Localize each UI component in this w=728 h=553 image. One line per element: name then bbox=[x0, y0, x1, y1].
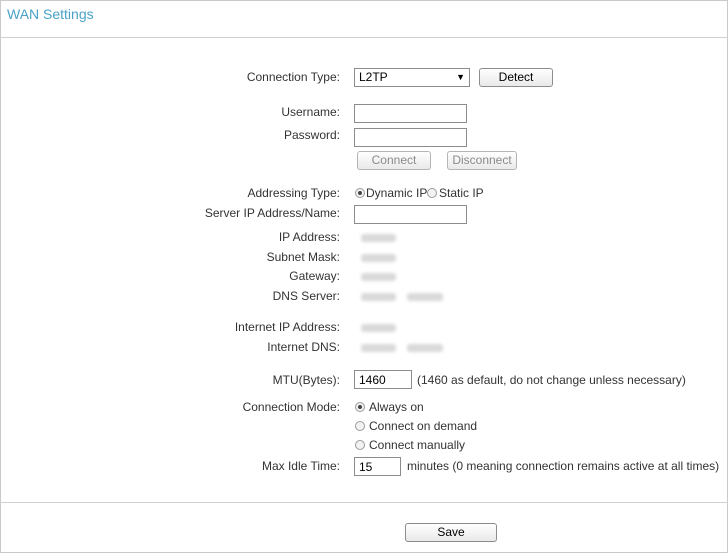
subnet-mask-value bbox=[361, 254, 396, 262]
dns-server-label: DNS Server: bbox=[272, 289, 340, 303]
connection-type-value: L2TP bbox=[359, 70, 388, 84]
internet-ip-value bbox=[361, 324, 396, 332]
server-label: Server IP Address/Name: bbox=[204, 206, 340, 220]
addressing-type-label: Addressing Type: bbox=[247, 186, 340, 200]
dynamic-ip-radio[interactable] bbox=[355, 188, 365, 198]
gateway-value bbox=[361, 273, 396, 281]
ip-address-value bbox=[361, 234, 396, 242]
max-idle-label: Max Idle Time: bbox=[261, 459, 340, 473]
always-on-radio[interactable] bbox=[355, 402, 365, 412]
disconnect-button[interactable]: Disconnect bbox=[447, 151, 517, 170]
server-input[interactable] bbox=[354, 205, 467, 224]
ip-address-label: IP Address: bbox=[278, 230, 340, 244]
save-button[interactable]: Save bbox=[405, 523, 497, 542]
header-divider bbox=[0, 37, 728, 38]
connect-on-demand-label: Connect on demand bbox=[369, 419, 478, 433]
mtu-note: (1460 as default, do not change unless n… bbox=[417, 373, 686, 387]
mtu-input[interactable] bbox=[354, 370, 412, 389]
footer-divider bbox=[0, 502, 728, 503]
connection-type-select[interactable]: L2TP ▼ bbox=[354, 68, 470, 87]
connect-button[interactable]: Connect bbox=[357, 151, 431, 170]
static-ip-radio[interactable] bbox=[427, 188, 437, 198]
max-idle-note: minutes (0 meaning connection remains ac… bbox=[407, 459, 720, 473]
subnet-mask-label: Subnet Mask: bbox=[266, 250, 340, 264]
username-label: Username: bbox=[281, 105, 340, 119]
password-label: Password: bbox=[283, 128, 340, 142]
internet-ip-label: Internet IP Address: bbox=[234, 320, 340, 334]
connect-manually-radio[interactable] bbox=[355, 440, 365, 450]
connection-type-label: Connection Type: bbox=[246, 70, 340, 84]
page-title: WAN Settings bbox=[7, 6, 94, 22]
password-input[interactable] bbox=[354, 128, 467, 147]
chevron-down-icon: ▼ bbox=[456, 72, 465, 82]
connect-on-demand-radio[interactable] bbox=[355, 421, 365, 431]
gateway-label: Gateway: bbox=[289, 269, 340, 283]
internet-dns-value-2 bbox=[407, 344, 443, 352]
dns-server-value-1 bbox=[361, 293, 396, 301]
connect-manually-label: Connect manually bbox=[369, 438, 466, 452]
dynamic-ip-label: Dynamic IP bbox=[366, 186, 428, 200]
detect-button[interactable]: Detect bbox=[479, 68, 553, 87]
connection-mode-label: Connection Mode: bbox=[242, 400, 340, 414]
always-on-label: Always on bbox=[369, 400, 424, 414]
static-ip-label: Static IP bbox=[439, 186, 484, 200]
dns-server-value-2 bbox=[407, 293, 443, 301]
max-idle-input[interactable] bbox=[354, 457, 401, 476]
mtu-label: MTU(Bytes): bbox=[272, 373, 340, 387]
username-input[interactable] bbox=[354, 104, 467, 123]
internet-dns-value-1 bbox=[361, 344, 396, 352]
internet-dns-label: Internet DNS: bbox=[267, 340, 340, 354]
